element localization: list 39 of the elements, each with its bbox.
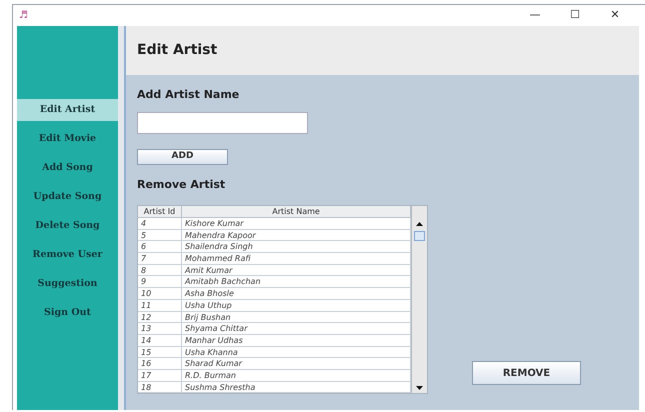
table-cell: 6 (138, 241, 182, 252)
table-cell: 8 (138, 264, 182, 276)
page-title: Edit Artist (137, 41, 218, 60)
sidebar-item[interactable]: Suggestion (17, 273, 118, 295)
sidebar-item[interactable]: Remove User (17, 244, 118, 266)
sidebar-item[interactable]: Edit Artist (17, 99, 118, 121)
app-icon: ♬ (19, 10, 28, 20)
section-heading: Add Artist Name (137, 87, 240, 103)
column-header[interactable]: Artist Id (138, 206, 182, 218)
sidebar-item[interactable]: Edit Movie (17, 128, 118, 150)
scroll-up-icon[interactable] (416, 222, 424, 226)
column-header[interactable]: Artist Name (182, 206, 412, 218)
sidebar-item[interactable]: Update Song (17, 186, 118, 208)
table-cell: 5 (138, 230, 182, 240)
minimize-button[interactable]: — (515, 7, 555, 24)
table-cell: 9 (138, 276, 182, 288)
remove-button[interactable]: REMOVE (472, 361, 581, 385)
sidebar-item[interactable]: Delete Song (17, 215, 118, 237)
section-heading: Remove Artist (137, 176, 226, 192)
artist-name-field[interactable] (137, 112, 308, 134)
scroll-thumb[interactable] (414, 231, 426, 241)
table-cell: 12 (138, 312, 182, 322)
maximize-button[interactable]: ☐ (555, 7, 595, 24)
add-button[interactable]: ADD (137, 148, 228, 164)
sidebar-item[interactable]: Add Song (17, 157, 118, 179)
table-cell: 4 (138, 218, 182, 229)
table-cell: 13 (138, 323, 182, 334)
table-cell: 16 (138, 358, 182, 369)
table-cell: 10 (138, 288, 182, 299)
table-cell: 17 (138, 370, 182, 381)
scroll-down-icon[interactable] (416, 386, 424, 390)
table-cell: 18 (138, 382, 182, 392)
table-cell: 11 (138, 300, 182, 310)
table-cell: 7 (138, 253, 182, 264)
table-cell: 14 (138, 334, 182, 346)
table-cell: 15 (138, 346, 182, 358)
sidebar-item[interactable]: Sign Out (17, 302, 118, 324)
scrollbar[interactable] (411, 206, 427, 394)
close-button[interactable]: ✕ (595, 7, 635, 24)
